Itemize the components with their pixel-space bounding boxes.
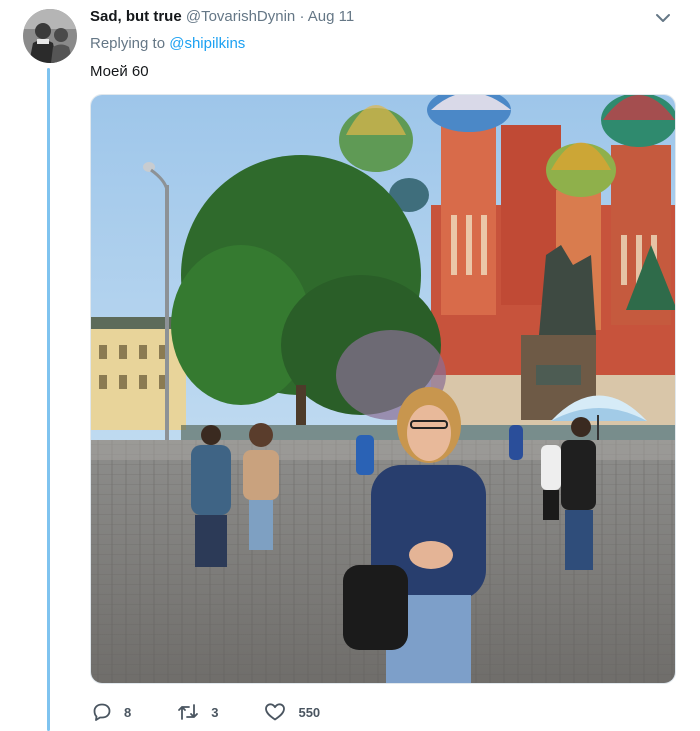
avatar-image	[23, 9, 77, 63]
tweet-actions: 8 3 550	[92, 700, 366, 724]
reply-mention-link[interactable]: @shipilkins	[169, 35, 245, 52]
tweet-header: Sad, but true @TovarishDynin · Aug 11	[90, 8, 354, 25]
tweet-date[interactable]: Aug 11	[308, 8, 354, 25]
reply-button[interactable]: 8	[92, 702, 131, 722]
separator-dot: ·	[299, 8, 305, 25]
user-handle[interactable]: @TovarishDynin	[186, 8, 295, 25]
reply-icon	[93, 703, 111, 721]
replying-to: Replying to @shipilkins	[90, 35, 245, 52]
reply-count: 8	[124, 704, 132, 720]
like-count: 550	[298, 704, 321, 720]
photo-image	[91, 95, 675, 683]
chevron-down-icon[interactable]	[655, 10, 671, 26]
heart-icon	[265, 703, 286, 721]
retweet-icon	[178, 704, 199, 720]
like-button[interactable]: 550	[264, 702, 320, 722]
tweet-text: Моей 60	[90, 63, 149, 80]
display-name[interactable]: Sad, but true	[90, 8, 182, 25]
avatar[interactable]	[23, 9, 77, 63]
tweet-photo[interactable]	[90, 94, 676, 684]
retweet-count: 3	[211, 704, 219, 720]
replying-to-label: Replying to	[90, 35, 170, 52]
retweet-button[interactable]: 3	[177, 702, 218, 722]
thread-line	[47, 68, 50, 731]
